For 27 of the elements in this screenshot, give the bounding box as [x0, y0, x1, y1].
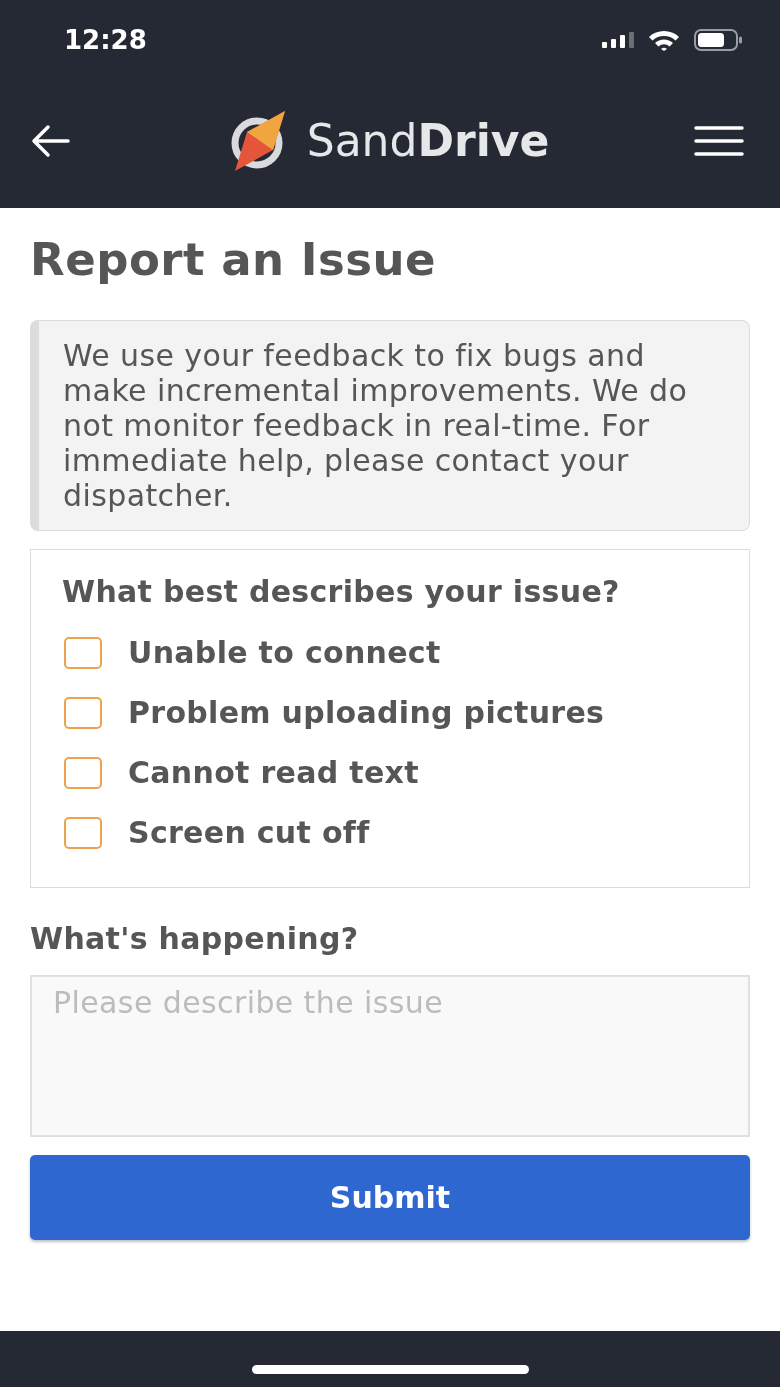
battery-icon	[694, 29, 742, 51]
back-button[interactable]	[30, 124, 70, 158]
back-arrow-icon	[30, 124, 70, 158]
submit-button[interactable]: Submit	[30, 1155, 750, 1240]
issue-option[interactable]: Unable to connect	[62, 623, 729, 683]
signal-icon	[602, 32, 634, 48]
checkbox[interactable]	[64, 697, 102, 729]
checkbox[interactable]	[64, 637, 102, 669]
details-label: What's happening?	[30, 922, 360, 956]
issue-option[interactable]: Screen cut off	[62, 803, 729, 863]
app-name: SandDrive	[306, 116, 550, 166]
menu-icon	[694, 126, 744, 156]
menu-button[interactable]	[694, 126, 744, 156]
status-time: 12:28	[64, 25, 147, 55]
question-label: What best describes your issue?	[62, 575, 621, 609]
option-label: Cannot read text	[128, 755, 419, 791]
notice-text: We use your feedback to fix bugs and make incremental improvements. We do not monitor feedback in real-time. For immediate help, please contact your dispatcher.	[30, 320, 750, 531]
option-label: Problem uploading pictures	[128, 695, 605, 731]
option-label: Screen cut off	[128, 815, 370, 851]
wifi-icon	[648, 29, 680, 51]
issue-option[interactable]: Cannot read text	[62, 743, 729, 803]
checkbox[interactable]	[64, 817, 102, 849]
description-field[interactable]: Please describe the issue	[30, 975, 750, 1137]
page-title: Report an Issue	[30, 235, 438, 285]
issue-option[interactable]: Problem uploading pictures	[62, 683, 729, 743]
checkbox[interactable]	[64, 757, 102, 789]
option-label: Unable to connect	[128, 635, 441, 671]
